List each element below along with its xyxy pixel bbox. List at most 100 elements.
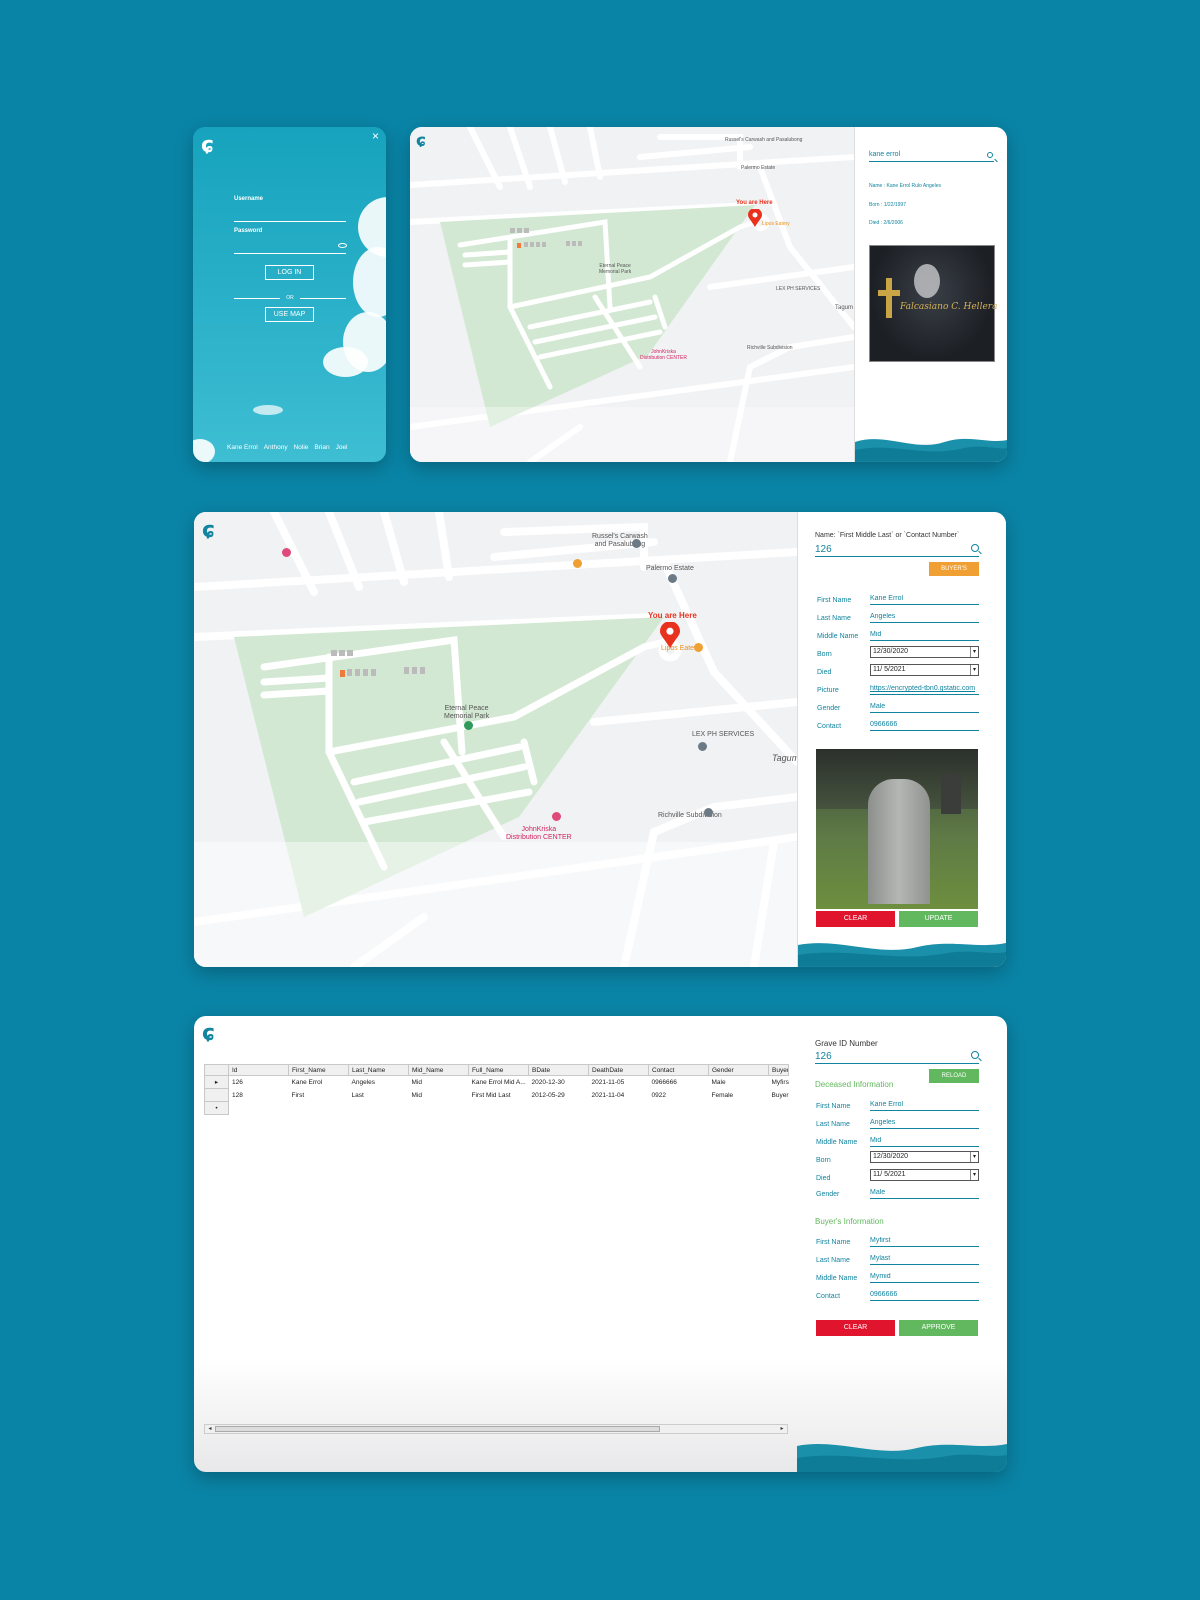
table-cell[interactable]: 2021-11-04 — [588, 1088, 649, 1102]
scroll-left-icon[interactable]: ◂ — [205, 1425, 215, 1433]
username-field[interactable] — [234, 221, 346, 222]
map[interactable]: ɕ You are Here Russel's Carwash and Pasa… — [194, 512, 797, 967]
table-cell[interactable]: 126 — [228, 1075, 289, 1089]
label-buyer-first-name: First Name — [816, 1239, 851, 1246]
born-value: 12/30/2020 — [873, 1153, 909, 1160]
row-selector[interactable] — [204, 1088, 229, 1102]
table-cell[interactable]: Buyer1 — [768, 1088, 789, 1102]
credit-name: Anthony — [263, 444, 288, 451]
horizontal-scrollbar[interactable]: ◂ ▸ — [204, 1424, 788, 1434]
row-selector[interactable]: • — [204, 1101, 229, 1115]
died-date-picker[interactable]: 11/ 5/2021 ▾ — [870, 664, 979, 676]
table-cell[interactable]: Kane Errol Mid A... — [468, 1075, 529, 1089]
table-cell[interactable]: Last — [348, 1088, 409, 1102]
column-header[interactable]: Last_Name — [348, 1064, 409, 1076]
gender-field[interactable]: Male — [870, 1189, 979, 1199]
update-button[interactable]: UPDATE — [899, 911, 978, 927]
born-date-picker[interactable]: 12/30/2020 ▾ — [870, 646, 979, 658]
table-row[interactable]: 128 First Last Mid First Mid Last 2012-0… — [204, 1088, 789, 1102]
close-icon[interactable]: × — [372, 129, 379, 143]
column-header[interactable]: Id — [228, 1064, 289, 1076]
born-date-picker[interactable]: 12/30/2020 ▾ — [870, 1151, 979, 1163]
table-cell[interactable]: Female — [708, 1088, 769, 1102]
table-cell[interactable]: First — [288, 1088, 349, 1102]
credit-name: Brian — [314, 444, 330, 451]
plaque-name: Falcasiano C. Hellera — [900, 302, 998, 312]
map-place-lex: LEX PH SERVICES — [776, 286, 821, 292]
use-map-button[interactable]: USE MAP — [265, 307, 314, 322]
table-cell[interactable]: Myfirst — [768, 1075, 789, 1089]
buyers-button[interactable]: BUYER'S — [929, 562, 979, 576]
column-header[interactable]: Buyer_ — [768, 1064, 789, 1076]
map-place-lex: LEX PH SERVICES — [692, 731, 755, 738]
grave-id-input[interactable]: 126 — [815, 1051, 979, 1064]
login-button[interactable]: LOG IN — [265, 265, 314, 280]
column-header[interactable]: Mid_Name — [408, 1064, 469, 1076]
search-icon[interactable] — [971, 1051, 979, 1059]
column-header[interactable]: Gender — [708, 1064, 769, 1076]
app-logo: ɕ — [202, 1021, 215, 1046]
last-name-field[interactable]: Angeles — [870, 1119, 979, 1129]
table-header-row: Id First_Name Last_Name Mid_Name Full_Na… — [204, 1064, 789, 1076]
middle-name-field[interactable]: Mid — [870, 1137, 979, 1147]
app-logo: ɕ — [202, 518, 215, 543]
approve-button[interactable]: APPROVE — [899, 1320, 978, 1336]
middle-name-field[interactable]: Mid — [870, 631, 979, 641]
column-header[interactable]: First_Name — [288, 1064, 349, 1076]
first-name-field[interactable]: Kane Errol — [870, 595, 979, 605]
scroll-right-icon[interactable]: ▸ — [777, 1425, 787, 1433]
app-logo: ɕ — [201, 133, 214, 158]
clear-button[interactable]: CLEAR — [816, 1320, 895, 1336]
search-icon[interactable] — [971, 544, 979, 552]
table-cell[interactable]: 128 — [228, 1088, 289, 1102]
password-field[interactable] — [234, 253, 346, 254]
table-cell[interactable]: 2012-05-29 — [528, 1088, 589, 1102]
reload-button[interactable]: RELOAD — [929, 1069, 979, 1083]
buyer-section-title: Buyer's Information — [815, 1217, 884, 1226]
column-header[interactable]: BDate — [528, 1064, 589, 1076]
headstone — [868, 779, 930, 904]
clear-button[interactable]: CLEAR — [816, 911, 895, 927]
gender-field[interactable]: Male — [870, 703, 979, 713]
column-header[interactable]: Contact — [648, 1064, 709, 1076]
eye-icon[interactable] — [338, 243, 347, 248]
chevron-down-icon[interactable]: ▾ — [970, 665, 978, 675]
column-header[interactable]: DeathDate — [588, 1064, 649, 1076]
table-cell[interactable]: 2021-11-05 — [588, 1075, 649, 1089]
chevron-down-icon[interactable]: ▾ — [970, 1152, 978, 1162]
chevron-down-icon[interactable]: ▾ — [970, 1170, 978, 1180]
table-cell[interactable]: 0966666 — [648, 1075, 709, 1089]
search-input[interactable]: kane errol — [869, 151, 994, 162]
table-cell[interactable]: First Mid Last — [468, 1088, 529, 1102]
map-marker-icon — [464, 721, 473, 730]
map-place-johnkriska: JohnKriska Distribution CENTER — [506, 826, 572, 841]
last-name-field[interactable]: Angeles — [870, 613, 979, 623]
row-selector[interactable]: ▸ — [204, 1075, 229, 1089]
table-cell[interactable]: Male — [708, 1075, 769, 1089]
table-new-row[interactable]: • — [204, 1101, 789, 1115]
picture-url-field[interactable]: https://encrypted-tbn0.gstatic.com — [870, 685, 979, 695]
table-cell[interactable]: Kane Errol — [288, 1075, 349, 1089]
table-cell[interactable]: Mid — [408, 1088, 469, 1102]
table-cell[interactable]: 2020-12-30 — [528, 1075, 589, 1089]
chevron-down-icon[interactable]: ▾ — [970, 647, 978, 657]
contact-field[interactable]: 0966666 — [870, 721, 979, 731]
search-input[interactable]: 126 — [815, 544, 979, 557]
search-value: 126 — [815, 544, 832, 555]
table-cell[interactable]: 0922 — [648, 1088, 709, 1102]
table-cell[interactable]: Mid — [408, 1075, 469, 1089]
buyer-contact-field[interactable]: 0966666 — [870, 1291, 979, 1301]
first-name-field[interactable]: Kane Errol — [870, 1101, 979, 1111]
table-cell[interactable]: Angeles — [348, 1075, 409, 1089]
table-row[interactable]: ▸ 126 Kane Errol Angeles Mid Kane Errol … — [204, 1075, 789, 1089]
search-icon[interactable] — [987, 152, 993, 158]
buyer-first-name-field[interactable]: Myfirst — [870, 1237, 979, 1247]
graves-table[interactable]: Id First_Name Last_Name Mid_Name Full_Na… — [204, 1064, 789, 1115]
map[interactable]: ɕ You are Here Russel's Carwash and Pasa… — [410, 127, 854, 462]
buyer-middle-name-field[interactable]: Mymid — [870, 1273, 979, 1283]
buyer-last-name-field[interactable]: Mylast — [870, 1255, 979, 1265]
died-date-picker[interactable]: 11/ 5/2021 ▾ — [870, 1169, 979, 1181]
column-header[interactable]: Full_Name — [468, 1064, 529, 1076]
label-last-name: Last Name — [817, 615, 851, 622]
scroll-thumb[interactable] — [215, 1426, 660, 1432]
